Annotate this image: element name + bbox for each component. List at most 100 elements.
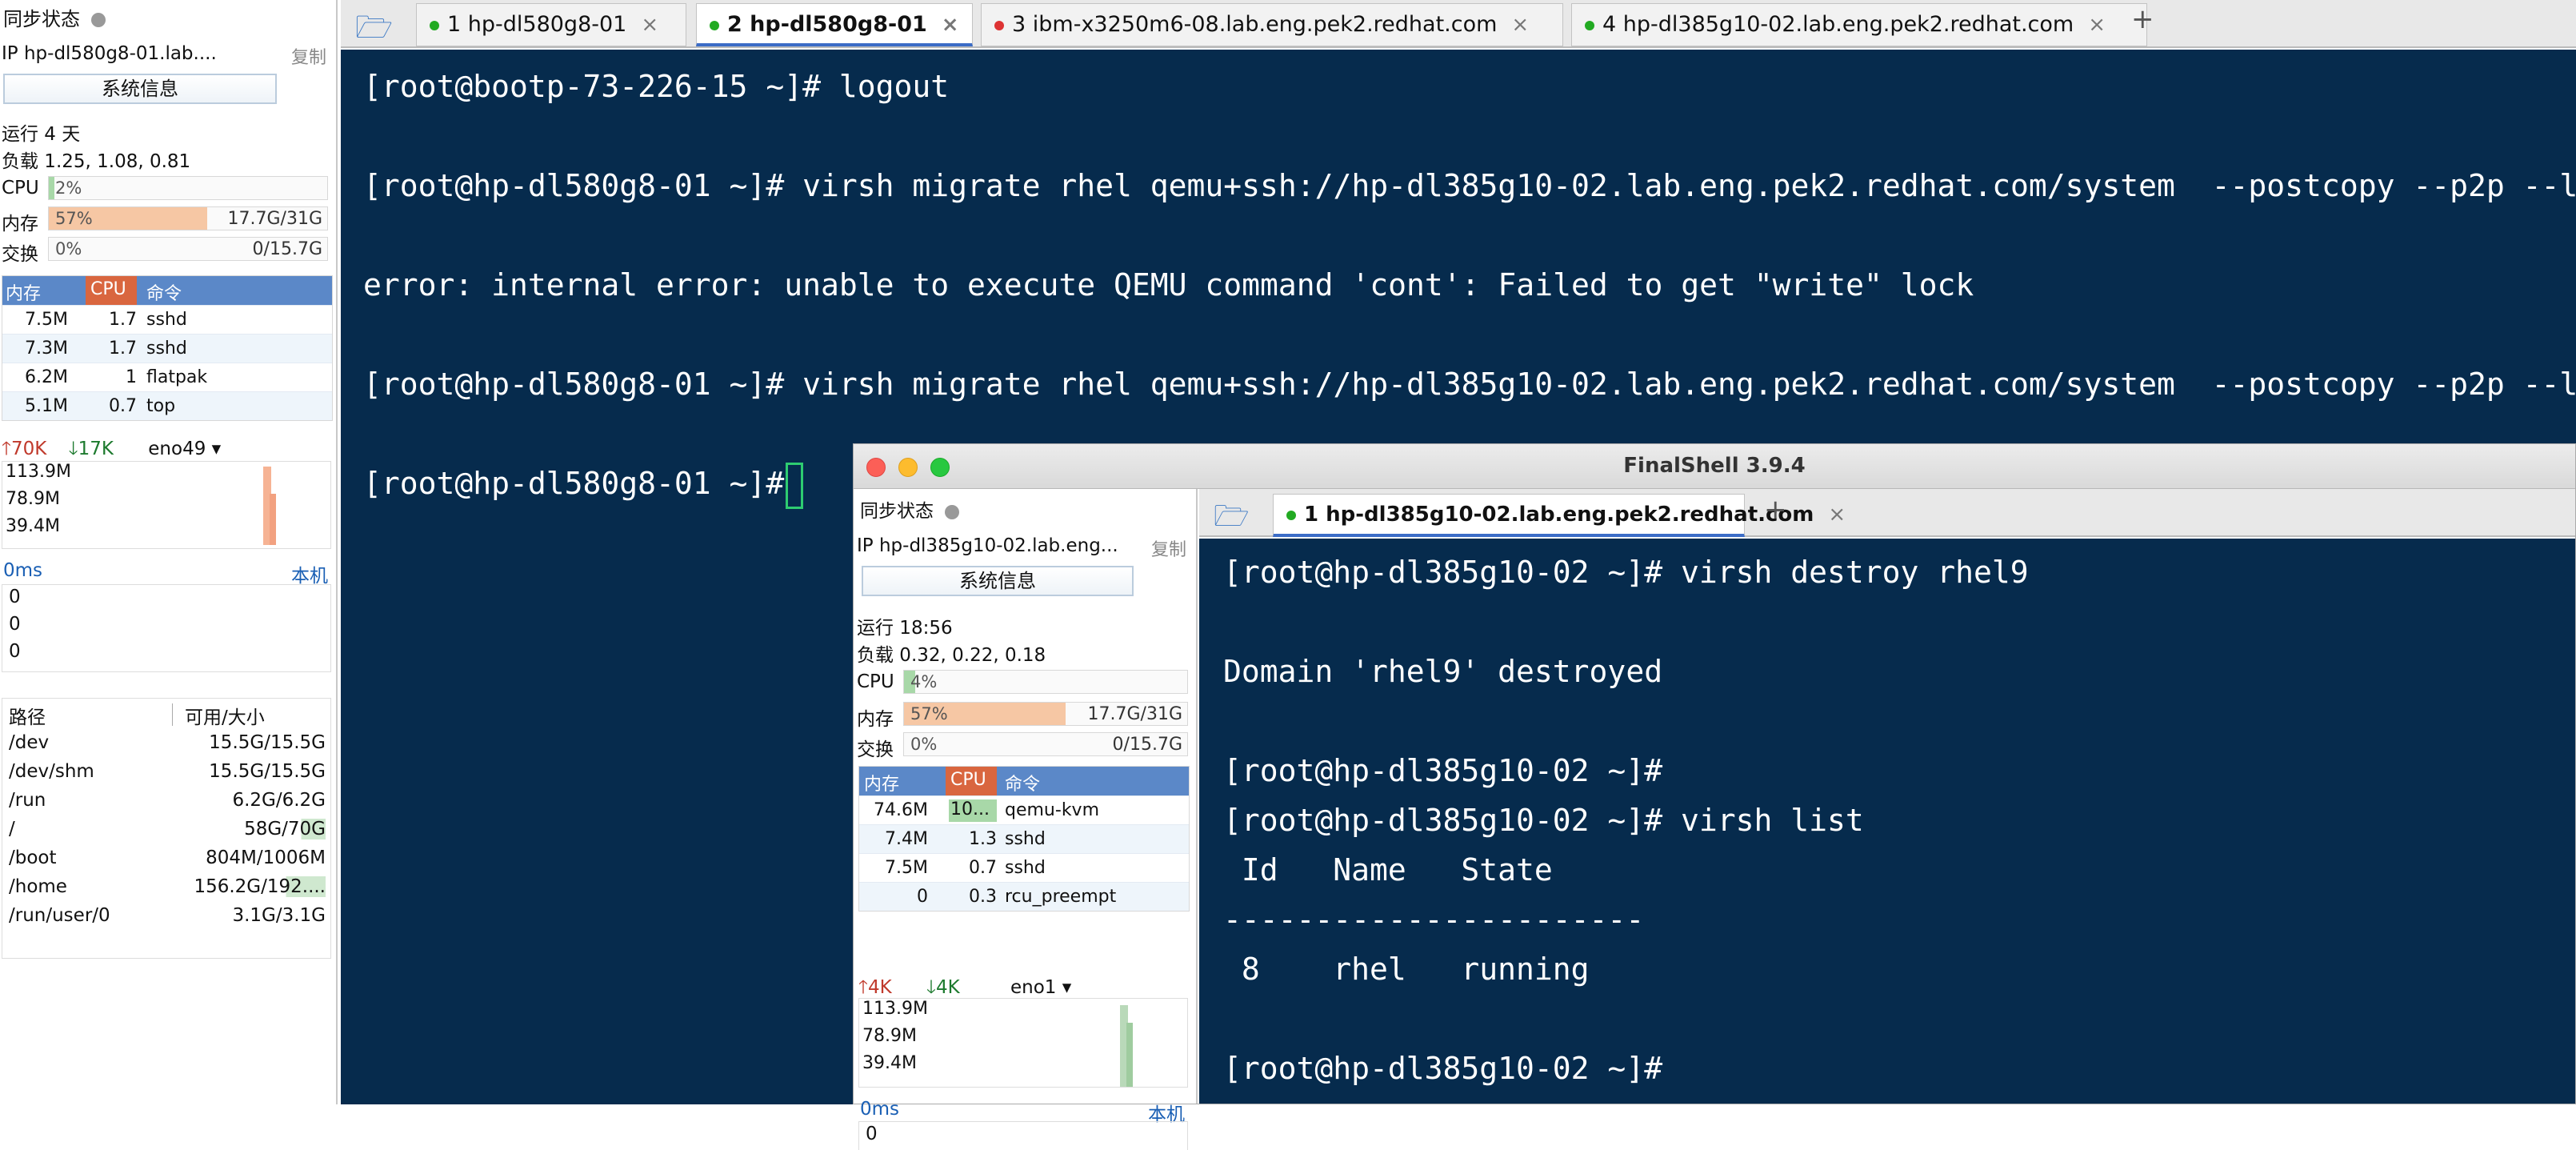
cpu-bar-fill — [49, 177, 54, 199]
download-spike — [1126, 1023, 1133, 1087]
cpu-label: CPU — [2, 178, 39, 198]
row-mem: 7.5M — [25, 310, 68, 330]
table-row[interactable]: 00.3rcu_preempt — [859, 882, 1189, 911]
disk-size: 3.1G/3.1G — [232, 905, 326, 926]
close-icon[interactable]: × — [942, 13, 959, 37]
terminal-line: [root@bootp-73-226-15 ~]# logout — [363, 69, 949, 104]
disk-size: 804M/1006M — [206, 847, 326, 868]
table-row[interactable]: 7.5M0.7sshd — [859, 853, 1189, 882]
mem-bar: 57% 17.7G/31G — [48, 206, 328, 230]
ping-ms: 0ms — [860, 1099, 899, 1120]
row-cmd: top — [146, 396, 175, 416]
disk-path: /dev — [9, 732, 49, 753]
add-tab-button[interactable]: + — [2131, 3, 2154, 35]
terminal-line: Id Name State — [1223, 852, 1553, 888]
tab-label: 3 ibm-x3250m6-08.lab.eng.pek2.redhat.com — [1012, 12, 1497, 37]
ping-chart: 0 0 0 — [2, 584, 331, 672]
terminal-line: [root@hp-dl385g10-02 ~]# — [1223, 1051, 1662, 1086]
ping-host[interactable]: 本机 — [291, 560, 328, 587]
tab-1[interactable]: 1 hp-dl580g8-01× — [416, 3, 686, 46]
row-mem: 74.6M — [874, 800, 928, 820]
copy-button[interactable]: 复制 — [291, 43, 326, 69]
table-row[interactable]: 74.6M10...qemu-kvm — [859, 795, 1189, 824]
disk-path: /run/user/0 — [9, 905, 110, 926]
upload-arrow-icon: 🡑 — [858, 977, 868, 998]
swap-value: 0/15.7G — [253, 239, 322, 259]
inner-terminal[interactable]: [root@hp-dl385g10-02 ~]# virsh destroy r… — [1199, 539, 2575, 1104]
row-cmd: qemu-kvm — [1005, 800, 1099, 820]
table-row[interactable]: 5.1M0.7top — [2, 391, 332, 420]
load-average: 负载 1.25, 1.08, 0.81 — [2, 146, 190, 173]
inner-tab-bar: 🗁 1 hp-dl385g10-02.lab.eng.pek2.redhat.c… — [1199, 489, 2575, 537]
inner-tab-1[interactable]: 1 hp-dl385g10-02.lab.eng.pek2.redhat.com… — [1273, 494, 1745, 537]
mem-percent: 57% — [910, 704, 948, 723]
col-cmd[interactable]: 命令 — [146, 279, 182, 305]
upload-arrow-icon: 🡑 — [2, 439, 11, 459]
mem-value: 17.7G/31G — [1088, 704, 1183, 724]
chevron-down-icon[interactable]: ▾ — [206, 439, 221, 459]
ping-ms: 0ms — [3, 560, 42, 581]
upload-spike — [270, 494, 276, 545]
sysinfo-button[interactable]: 系统信息 — [3, 74, 277, 104]
mem-label: 内存 — [857, 703, 894, 731]
folder-icon[interactable]: 🗁 — [1214, 495, 1250, 544]
download-arrow-icon: 🡓 — [926, 977, 936, 998]
process-table-header: 内存 CPU 命令 — [2, 276, 332, 305]
mem-percent: 57% — [55, 209, 93, 228]
disk-size: 15.5G/15.5G — [209, 761, 326, 782]
net-level-3: 39.4M — [6, 516, 60, 536]
row-cpu: 1.7 — [109, 310, 137, 330]
chevron-down-icon[interactable]: ▾ — [1056, 977, 1071, 998]
sync-status: 同步状态 — [3, 3, 106, 31]
disk-size: 58G/70G — [244, 819, 326, 839]
close-icon[interactable]: × — [1511, 13, 1529, 37]
net-iface-select[interactable]: eno49 — [148, 439, 206, 459]
terminal-line: 8 rhel running — [1223, 952, 1590, 987]
col-mem[interactable]: 内存 — [6, 279, 41, 305]
row-cpu: 1 — [126, 367, 137, 387]
host-row: IP hp-dl580g8-01.lab.... 复制 — [0, 42, 334, 70]
finalshell-window: FinalShell 3.9.4 同步状态 IP hp-dl385g10-02.… — [853, 443, 2576, 1104]
table-row[interactable]: 7.5M1.7sshd — [2, 305, 332, 334]
table-row[interactable]: 7.4M1.3sshd — [859, 824, 1189, 853]
disk-col-size[interactable]: 可用/大小 — [185, 702, 265, 729]
ping-value: 0 — [9, 614, 21, 635]
net-level-1: 113.9M — [862, 999, 928, 1019]
close-icon[interactable]: × — [641, 13, 658, 37]
terminal-line: [root@hp-dl385g10-02 ~]# — [1223, 753, 1662, 788]
add-tab-button[interactable]: + — [1764, 494, 1787, 526]
terminal-line: [root@hp-dl580g8-01 ~]# virsh migrate rh… — [363, 367, 2576, 402]
tab-bar: 🗁 1 hp-dl580g8-01× 2 hp-dl580g8-01× 3 ib… — [341, 0, 2576, 48]
close-icon[interactable]: × — [1828, 503, 1846, 527]
tab-2[interactable]: 2 hp-dl580g8-01 × — [696, 3, 973, 46]
network-chart: 113.9M 78.9M 39.4M — [2, 461, 331, 549]
tab-label: 2 hp-dl580g8-01 — [727, 12, 927, 37]
col-mem[interactable]: 内存 — [864, 770, 899, 795]
close-icon[interactable]: × — [2088, 13, 2106, 37]
row-mem: 7.4M — [885, 829, 928, 849]
col-cpu[interactable]: CPU — [86, 276, 137, 305]
tab-3[interactable]: 3 ibm-x3250m6-08.lab.eng.pek2.redhat.com… — [981, 3, 1563, 46]
table-row[interactable]: 6.2M1flatpak — [2, 363, 332, 391]
sync-status: 同步状态 — [860, 495, 959, 523]
table-row[interactable]: 7.3M1.7sshd — [2, 334, 332, 363]
copy-button[interactable]: 复制 — [1151, 535, 1186, 561]
row-mem: 5.1M — [25, 396, 68, 416]
disk-col-path[interactable]: 路径 — [9, 702, 46, 729]
tab-4[interactable]: 4 hp-dl385g10-02.lab.eng.pek2.redhat.com… — [1571, 3, 2147, 46]
column-divider — [172, 703, 173, 726]
swap-percent: 0% — [910, 735, 937, 754]
col-cmd[interactable]: 命令 — [1005, 770, 1040, 795]
inner-sidebar: 同步状态 IP hp-dl385g10-02.lab.eng... 复制 系统信… — [854, 489, 1198, 1104]
net-down: 4K — [936, 977, 960, 998]
status-dot — [710, 21, 719, 30]
tab-label: 1 hp-dl385g10-02.lab.eng.pek2.redhat.com — [1304, 503, 1814, 527]
sysinfo-button[interactable]: 系统信息 — [862, 566, 1134, 596]
swap-bar: 0% 0/15.7G — [903, 732, 1188, 756]
window-titlebar[interactable]: FinalShell 3.9.4 — [854, 444, 2575, 489]
row-cpu: 1.3 — [969, 829, 997, 849]
net-iface-select[interactable]: eno1 — [1010, 977, 1056, 998]
row-mem: 7.3M — [25, 339, 68, 359]
net-level-3: 39.4M — [862, 1053, 917, 1073]
col-cpu[interactable]: CPU — [946, 767, 997, 795]
